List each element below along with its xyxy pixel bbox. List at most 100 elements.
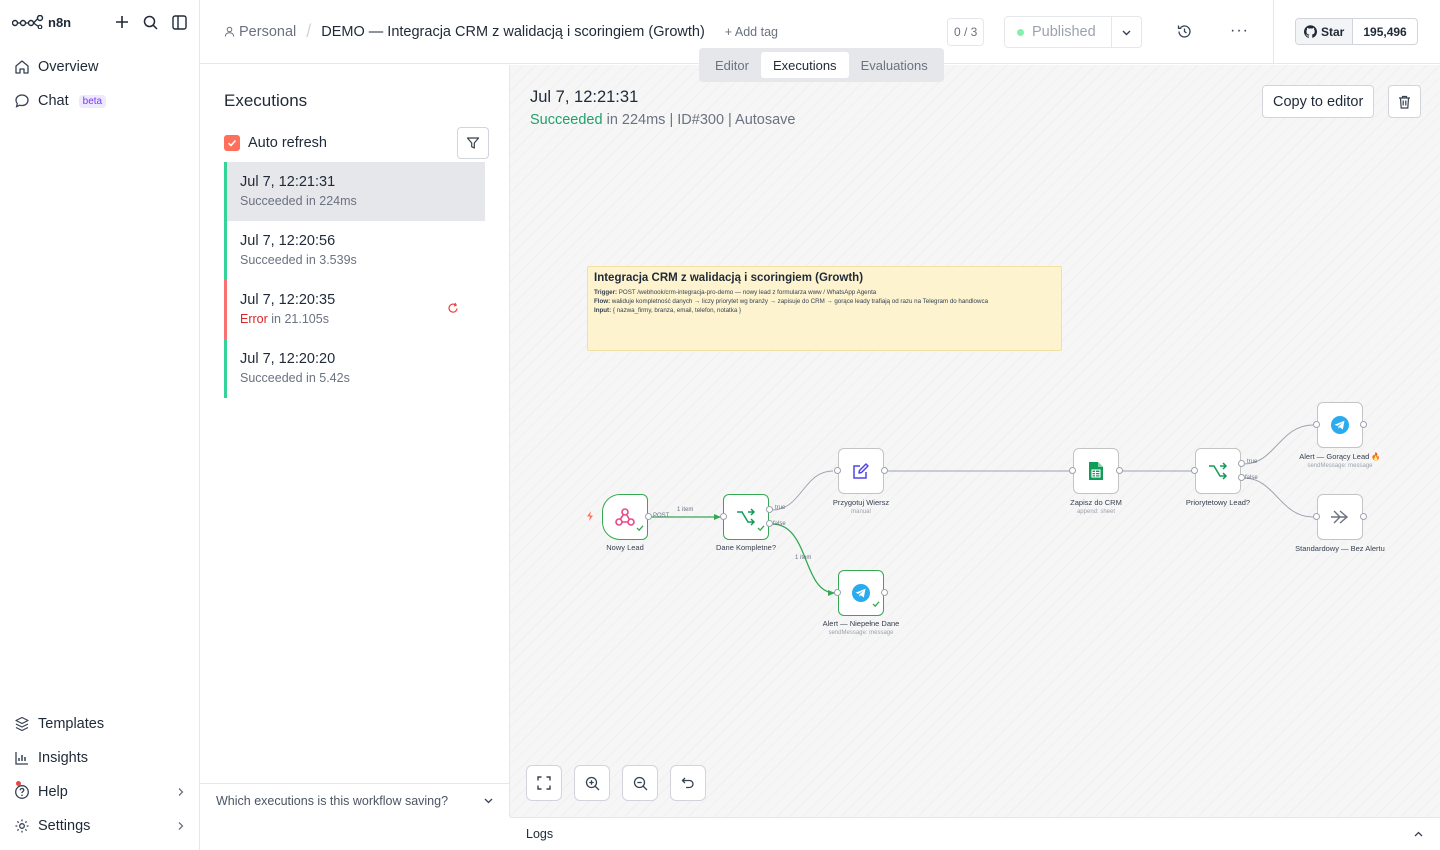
- sidebar-item-insights[interactable]: Insights: [0, 741, 200, 775]
- node-przygotuj-wiersz[interactable]: [838, 448, 884, 494]
- node-zapisz-do-crm[interactable]: [1073, 448, 1119, 494]
- saving-settings-toggle[interactable]: Which executions is this workflow saving…: [200, 783, 510, 817]
- node-webhook[interactable]: [602, 494, 648, 540]
- more-options-button[interactable]: ···: [1230, 22, 1249, 40]
- home-icon: [14, 59, 30, 75]
- input-port[interactable]: [1191, 467, 1198, 474]
- chevron-right-icon: [176, 787, 186, 797]
- node-label: Dane Kompletne?: [715, 543, 777, 552]
- auto-refresh-checkbox[interactable]: [224, 135, 240, 151]
- duration-text: in 5.42s: [302, 371, 350, 385]
- sidebar-item-help[interactable]: Help: [0, 775, 200, 809]
- sidebar-item-settings[interactable]: Settings: [0, 809, 200, 843]
- execution-item[interactable]: Jul 7, 12:21:31 Succeeded in 224ms: [224, 162, 485, 221]
- node-standardowy-bez-alertu[interactable]: [1317, 494, 1363, 540]
- workflow-canvas[interactable]: Jul 7, 12:21:31 Succeeded in 224ms | ID#…: [510, 65, 1440, 817]
- port-label: false: [1245, 475, 1258, 481]
- if-branch-icon: [736, 508, 756, 526]
- n8n-logo[interactable]: n8n: [12, 15, 71, 30]
- telegram-icon: [1330, 415, 1350, 435]
- chevron-right-icon: [176, 821, 186, 831]
- execution-status: Error in 21.105s: [240, 312, 485, 326]
- collapse-sidebar-icon[interactable]: [172, 14, 187, 30]
- output-port[interactable]: [645, 513, 652, 520]
- filter-button[interactable]: [457, 127, 489, 159]
- sidebar-bottom: Templates Insights Help Settings: [0, 707, 200, 843]
- zoom-in-button[interactable]: [574, 765, 610, 801]
- tab-editor[interactable]: Editor: [703, 52, 761, 78]
- output-port[interactable]: [881, 467, 888, 474]
- history-icon[interactable]: [1177, 24, 1192, 39]
- auto-refresh[interactable]: Auto refresh: [224, 135, 327, 151]
- node-if-dane-kompletne[interactable]: [723, 494, 769, 540]
- sidebar: n8n Overview Chat beta Templates Insight…: [0, 0, 200, 850]
- logs-panel-toggle[interactable]: Logs: [510, 817, 1440, 850]
- published-button[interactable]: Published: [1005, 24, 1111, 40]
- fit-view-button[interactable]: [526, 765, 562, 801]
- publish-dropdown-button[interactable]: [1111, 17, 1141, 47]
- node-if-priorytetowy-lead[interactable]: [1195, 448, 1241, 494]
- node-label: Zapisz do CRM: [1070, 498, 1122, 507]
- output-port-false[interactable]: [766, 520, 773, 527]
- execution-status: Succeeded in 3.539s: [240, 253, 485, 267]
- sticky-line-input: Input: { nazwa_firmy, branza, email, tel…: [594, 306, 1055, 315]
- zoom-out-button[interactable]: [622, 765, 658, 801]
- breadcrumb-project[interactable]: Personal: [224, 24, 296, 40]
- output-port-true[interactable]: [766, 506, 773, 513]
- node-subtitle: manual: [851, 509, 871, 515]
- copy-to-editor-button[interactable]: Copy to editor: [1262, 85, 1375, 118]
- input-port[interactable]: [1313, 513, 1320, 520]
- sticky-note[interactable]: Integracja CRM z walidacją i scoringiem …: [587, 266, 1062, 351]
- breadcrumb-separator: /: [306, 21, 312, 41]
- sidebar-item-label: Help: [38, 784, 68, 800]
- execution-meta-rest: in 224ms | ID#300 | Autosave: [602, 112, 796, 128]
- input-port[interactable]: [834, 467, 841, 474]
- sidebar-item-overview[interactable]: Overview: [0, 50, 199, 84]
- beta-badge: beta: [78, 94, 107, 108]
- output-port[interactable]: [1360, 513, 1367, 520]
- output-port[interactable]: [1360, 421, 1367, 428]
- duration-text: in 224ms: [302, 194, 357, 208]
- output-port-true[interactable]: [1238, 460, 1245, 467]
- sticky-label: Trigger:: [594, 289, 618, 296]
- node-label: Standardowy — Bez Alertu: [1295, 544, 1385, 553]
- publish-control[interactable]: Published: [1004, 16, 1142, 48]
- add-icon[interactable]: [115, 15, 129, 29]
- chevron-up-icon: [1413, 829, 1424, 840]
- search-icon[interactable]: [143, 15, 158, 30]
- duration-text: in 3.539s: [302, 253, 357, 267]
- sidebar-item-templates[interactable]: Templates: [0, 707, 200, 741]
- project-name: Personal: [239, 23, 297, 40]
- tab-executions[interactable]: Executions: [760, 52, 849, 78]
- telegram-icon: [851, 583, 871, 603]
- execution-item[interactable]: Jul 7, 12:20:20 Succeeded in 5.42s: [224, 339, 485, 398]
- input-port[interactable]: [1069, 467, 1076, 474]
- execution-item[interactable]: Jul 7, 12:20:35 Error in 21.105s: [224, 280, 485, 339]
- tab-evaluations[interactable]: Evaluations: [849, 52, 940, 78]
- github-star-count[interactable]: 195,496: [1353, 19, 1416, 44]
- github-star-widget[interactable]: Star 195,496: [1295, 18, 1418, 45]
- input-port[interactable]: [1313, 421, 1320, 428]
- workflow-name[interactable]: DEMO — Integracja CRM z walidacją i scor…: [321, 24, 705, 40]
- execution-time: Jul 7, 12:20:20: [240, 351, 336, 367]
- retry-icon[interactable]: [447, 302, 459, 314]
- execution-item[interactable]: Jul 7, 12:20:56 Succeeded in 3.539s: [224, 221, 485, 280]
- input-port[interactable]: [720, 513, 727, 520]
- sidebar-item-chat[interactable]: Chat beta: [0, 84, 199, 118]
- node-alert-goracy-lead[interactable]: [1317, 402, 1363, 448]
- noop-arrow-icon: [1330, 509, 1350, 525]
- github-star-button[interactable]: Star: [1296, 19, 1354, 44]
- delete-execution-button[interactable]: [1388, 85, 1421, 118]
- add-tag-button[interactable]: + Add tag: [725, 25, 778, 39]
- header-divider: [1273, 0, 1274, 64]
- node-alert-niepelne-dane[interactable]: [838, 570, 884, 616]
- reset-zoom-button[interactable]: [670, 765, 706, 801]
- output-port-false[interactable]: [1238, 474, 1245, 481]
- zoom-out-icon: [633, 776, 647, 790]
- input-port[interactable]: [834, 589, 841, 596]
- output-port[interactable]: [1116, 467, 1123, 474]
- output-port[interactable]: [881, 589, 888, 596]
- port-label: true: [775, 505, 786, 511]
- connections-layer: [650, 424, 1314, 596]
- chevron-down-icon: [1121, 27, 1132, 38]
